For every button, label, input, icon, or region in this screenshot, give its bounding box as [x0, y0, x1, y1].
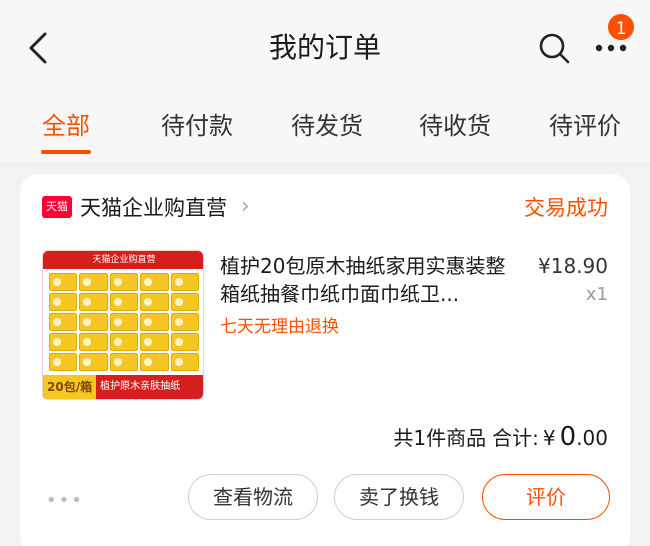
- more-actions-button[interactable]: •••: [46, 490, 86, 512]
- product-thumbnail[interactable]: 天猫企业购直营 20包/箱 植护原木亲肤抽纸: [42, 250, 204, 400]
- item-count: 共1件商品: [393, 426, 487, 450]
- currency-symbol: ¥: [542, 426, 556, 450]
- shop-name: 天猫企业购直营: [80, 196, 227, 220]
- total-amount-integer: 0: [559, 422, 577, 452]
- product-price: ¥18.90: [538, 254, 608, 278]
- return-policy-tag: 七天无理由退换: [220, 317, 339, 337]
- tab-pending-receipt[interactable]: 待收货: [408, 104, 502, 148]
- order-card: 天猫 天猫企业购直营 › 交易成功 天猫企业购直营 20包/箱 植护原木亲肤抽纸…: [20, 174, 630, 546]
- tab-pending-payment[interactable]: 待付款: [150, 104, 244, 148]
- tissue-packs-image: [49, 273, 199, 371]
- order-tabs: 全部 待付款 待发货 待收货 待评价: [0, 96, 650, 162]
- more-dots-icon: [595, 44, 627, 52]
- tab-pending-review[interactable]: 待评价: [538, 104, 632, 148]
- search-button[interactable]: [532, 26, 576, 70]
- notification-badge: 1: [606, 12, 636, 42]
- tab-all[interactable]: 全部: [30, 104, 102, 148]
- thumbnail-caption: 植护原木亲肤抽纸: [100, 381, 181, 392]
- order-total: 共1件商品 合计: ¥ 0 .00: [393, 422, 608, 452]
- product-title[interactable]: 植护20包原木抽纸家用实惠装整箱纸抽餐巾纸巾面巾纸卫...: [220, 252, 510, 308]
- product-quantity: x1: [585, 284, 608, 305]
- chevron-right-icon: ›: [241, 194, 250, 219]
- tab-pending-shipment[interactable]: 待发货: [280, 104, 374, 148]
- order-status: 交易成功: [524, 196, 608, 220]
- shop-link[interactable]: 天猫 天猫企业购直营 ›: [42, 190, 250, 224]
- top-bar: 我的订单 1: [0, 0, 650, 96]
- total-label: 合计:: [492, 426, 539, 450]
- resell-button[interactable]: 卖了换钱: [334, 474, 464, 520]
- view-logistics-button[interactable]: 查看物流: [188, 474, 318, 520]
- active-tab-indicator: [41, 150, 91, 154]
- total-amount-decimal: .00: [576, 426, 608, 450]
- thumbnail-store-banner: 天猫企业购直营: [43, 251, 203, 269]
- thumbnail-count: 20包/箱: [43, 375, 97, 399]
- search-icon: [539, 33, 570, 64]
- thumbnail-caption-bar: 20包/箱 植护原木亲肤抽纸: [43, 375, 203, 399]
- tmall-logo: 天猫: [42, 196, 72, 218]
- review-button[interactable]: 评价: [482, 474, 610, 520]
